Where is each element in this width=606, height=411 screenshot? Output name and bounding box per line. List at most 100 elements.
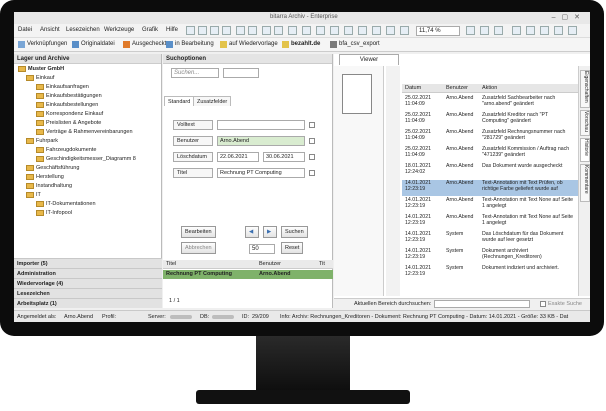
section-importer[interactable]: Importer (5) xyxy=(14,258,162,268)
tab-standard[interactable]: Standard xyxy=(164,96,195,106)
toolbar-icon[interactable] xyxy=(344,26,353,35)
action-in-bearbeitung[interactable]: in Bearbeitung xyxy=(175,41,214,47)
find-input[interactable] xyxy=(434,300,530,308)
tree-item[interactable]: Einkaufsbestätigungen xyxy=(36,92,102,101)
edit-button[interactable]: Bearbeiten xyxy=(181,226,216,238)
tree-item[interactable]: Einkaufsanfragen xyxy=(36,83,89,92)
toolbar-icon[interactable] xyxy=(316,26,325,35)
cancel-button[interactable]: Abbrechen xyxy=(181,242,216,254)
col-title[interactable]: Titel xyxy=(166,261,176,267)
reset-button[interactable]: Reset xyxy=(281,242,304,254)
history-row[interactable]: 25.02.2021 11:04:09 Arno.Abend Zusatzfeld … xyxy=(402,146,578,162)
tree-folder[interactable]: Einkauf xyxy=(26,74,54,83)
history-row[interactable]: 14.01.2021 12:23:19 System Das Löschdatum … xyxy=(402,231,578,247)
toolbar-icon[interactable] xyxy=(400,26,409,35)
menu-hilfe[interactable]: Hilfe xyxy=(166,27,178,33)
tree-item[interactable]: IT-Dokumentationen xyxy=(36,200,96,209)
exact-search-checkbox[interactable] xyxy=(540,301,546,307)
toolbar-icon[interactable] xyxy=(274,26,283,35)
toolbar-icon[interactable] xyxy=(288,26,297,35)
title-input[interactable]: Rechnung PT Computing xyxy=(217,168,305,178)
page-thumbnail[interactable] xyxy=(342,74,372,114)
tree-folder[interactable]: Geschäftsführung xyxy=(26,164,79,173)
toolbar-icon[interactable] xyxy=(222,26,231,35)
toolbar-icon[interactable] xyxy=(554,26,563,35)
tab-viewer[interactable]: Viewer xyxy=(339,54,399,65)
toolbar-icon[interactable] xyxy=(480,26,489,35)
menu-lesezeichen[interactable]: Lesezeichen xyxy=(66,27,100,33)
field-label[interactable]: Volltext xyxy=(173,120,213,130)
tree-folder[interactable]: Fuhrpark xyxy=(26,137,58,146)
history-row[interactable]: 25.02.2021 11:04:09 Arno.Abend Zusatzfeld … xyxy=(402,95,578,111)
search-input[interactable]: Suchen... xyxy=(171,68,219,78)
tree-item[interactable]: IT-Infopool xyxy=(36,209,72,218)
history-row[interactable]: 25.02.2021 11:04:09 Arno.Abend Zusatzfeld … xyxy=(402,129,578,145)
action-csv-export[interactable]: bfa_csv_export xyxy=(339,41,380,47)
col-action[interactable]: Aktion xyxy=(482,85,497,91)
menu-ansicht[interactable]: Ansicht xyxy=(40,27,60,33)
action-bezahlt[interactable]: bezahlt.de xyxy=(291,41,320,47)
history-row[interactable]: 18.01.2021 12:24:02 Arno.Abend Das Dokumen… xyxy=(402,163,578,179)
action-ausgecheckt[interactable]: Ausgecheckt xyxy=(132,41,166,47)
next-arrow-icon[interactable]: ▶ xyxy=(263,226,277,238)
user-input[interactable]: Arno.Abend xyxy=(217,136,305,146)
checkbox[interactable] xyxy=(309,170,315,176)
date-to-input[interactable]: 30.06.2021 xyxy=(263,152,305,162)
fulltext-input[interactable] xyxy=(217,120,305,130)
col-extra[interactable]: Tit xyxy=(319,261,325,267)
tab-zusatzfelder[interactable]: Zusatzfelder xyxy=(193,96,232,106)
action-verknuepfungen[interactable]: Verknüpfungen xyxy=(27,41,67,47)
history-row[interactable]: 14.01.2021 12:23:19 Arno.Abend Text-Annota… xyxy=(402,180,578,196)
field-label[interactable]: Titel xyxy=(173,168,213,178)
toolbar-icon[interactable] xyxy=(568,26,577,35)
history-row[interactable]: 14.01.2021 12:23:19 System Dokument archiv… xyxy=(402,248,578,264)
tab-kommentare[interactable]: Kommentare xyxy=(580,164,590,202)
col-user[interactable]: Benutzer xyxy=(446,85,468,91)
tree-folder[interactable]: Herstellung xyxy=(26,173,64,182)
history-row[interactable]: 14.01.2021 12:23:19 System Dokument indizi… xyxy=(402,265,578,281)
toolbar-icon[interactable] xyxy=(540,26,549,35)
toolbar-icon[interactable] xyxy=(526,26,535,35)
section-administration[interactable]: Administration xyxy=(14,268,162,278)
field-label[interactable]: Benutzer xyxy=(173,136,213,146)
toolbar-icon[interactable] xyxy=(186,26,195,35)
toolbar-icon[interactable] xyxy=(210,26,219,35)
toolbar-icon[interactable] xyxy=(386,26,395,35)
tree-item[interactable]: Einkaufsbestellungen xyxy=(36,101,98,110)
checkbox[interactable] xyxy=(309,122,315,128)
history-row[interactable]: 25.02.2021 11:04:09 Arno.Abend Zusatzfeld … xyxy=(402,112,578,128)
field-label[interactable]: Löschdatum xyxy=(173,152,213,162)
menu-werkzeuge[interactable]: Werkzeuge xyxy=(104,27,134,33)
action-wiedervorlage[interactable]: auf Wiedervorlage xyxy=(229,41,278,47)
tree-item[interactable]: Geschindigkeitsmesser_Diagramm 8 xyxy=(36,155,136,164)
table-row[interactable]: Rechnung PT Computing Arno.Abend xyxy=(163,270,333,279)
tree-folder[interactable]: Instandhaltung xyxy=(26,182,72,191)
search-button[interactable]: Suchen xyxy=(281,226,308,238)
menu-datei[interactable]: Datei xyxy=(18,27,32,33)
toolbar-icon[interactable] xyxy=(198,26,207,35)
col-date[interactable]: Datum xyxy=(405,85,421,91)
tree-root[interactable]: Muster GmbH xyxy=(18,65,64,74)
tree-item[interactable]: Verträge & Rahmenvereinbarungen xyxy=(36,128,133,137)
tab-vorschau[interactable]: Vorschau xyxy=(580,110,590,136)
toolbar-icon[interactable] xyxy=(236,26,245,35)
history-row[interactable]: 14.01.2021 12:23:19 Arno.Abend Text-Annota… xyxy=(402,197,578,213)
zoom-select[interactable]: 11,74 % xyxy=(416,26,460,36)
toolbar-icon[interactable] xyxy=(302,26,311,35)
tree-item[interactable]: Fahrzeugdokumente xyxy=(36,146,96,155)
action-originaldatei[interactable]: Originaldatei xyxy=(81,41,115,47)
section-lesezeichen[interactable]: Lesezeichen xyxy=(14,288,162,298)
toolbar-icon[interactable] xyxy=(466,26,475,35)
toolbar-icon[interactable] xyxy=(330,26,339,35)
toolbar-icon[interactable] xyxy=(494,26,503,35)
toolbar-icon[interactable] xyxy=(372,26,381,35)
tree-item[interactable]: Preislisten & Angebote xyxy=(36,119,101,128)
menu-grafik[interactable]: Grafik xyxy=(142,27,158,33)
tab-historie[interactable]: Historie xyxy=(580,138,590,162)
col-user[interactable]: Benutzer xyxy=(259,261,281,267)
checkbox[interactable] xyxy=(309,154,315,160)
section-wiedervorlage[interactable]: Wiedervorlage (4) xyxy=(14,278,162,288)
tree-item[interactable]: Korrespondenz Einkauf xyxy=(36,110,103,119)
toolbar-icon[interactable] xyxy=(262,26,271,35)
toolbar-icon[interactable] xyxy=(248,26,257,35)
